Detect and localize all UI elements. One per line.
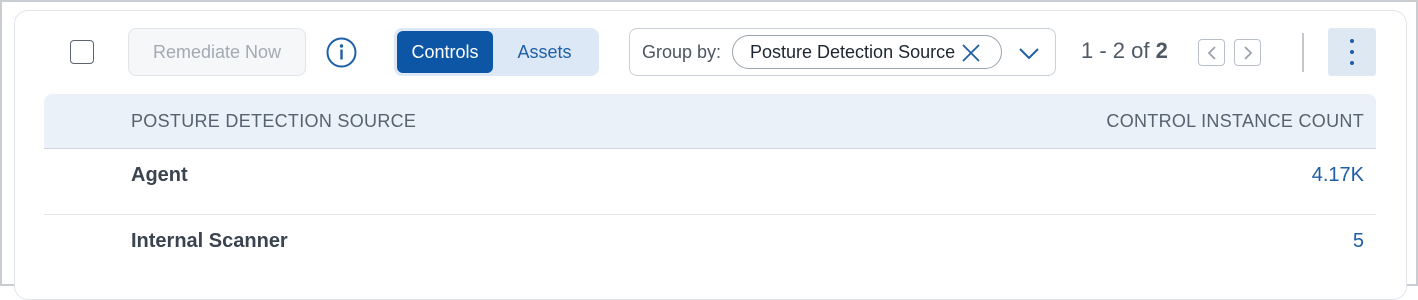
table-row[interactable]: Internal Scanner 5 bbox=[44, 215, 1376, 281]
next-page-button[interactable] bbox=[1234, 39, 1261, 66]
chevron-down-icon[interactable] bbox=[1018, 47, 1040, 61]
select-all-checkbox[interactable] bbox=[70, 40, 94, 64]
row-source: Agent bbox=[131, 164, 188, 186]
table-row[interactable]: Agent 4.17K bbox=[44, 149, 1376, 215]
group-by-chip-label: Posture Detection Source bbox=[750, 42, 956, 62]
view-toggle: Controls Assets bbox=[394, 28, 599, 76]
kebab-dot-icon bbox=[1350, 39, 1354, 43]
kebab-dot-icon bbox=[1350, 61, 1354, 65]
row-count-link[interactable]: 5 bbox=[1353, 230, 1364, 253]
chevron-left-icon bbox=[1207, 46, 1216, 60]
pagination-total: 2 bbox=[1155, 38, 1168, 63]
remediate-now-button[interactable]: Remediate Now bbox=[128, 28, 306, 76]
chevron-right-icon bbox=[1244, 46, 1253, 60]
table-header: POSTURE DETECTION SOURCE CONTROL INSTANC… bbox=[44, 94, 1376, 149]
row-source: Internal Scanner bbox=[131, 230, 288, 252]
toolbar-divider bbox=[1302, 33, 1304, 72]
remediate-now-label: Remediate Now bbox=[152, 41, 282, 62]
close-icon[interactable] bbox=[961, 43, 981, 63]
tab-controls-label: Controls bbox=[411, 41, 479, 62]
tab-assets[interactable]: Assets bbox=[493, 31, 596, 73]
kebab-dot-icon bbox=[1350, 50, 1354, 54]
pagination-range: 1 - 2 of bbox=[1081, 38, 1150, 63]
info-icon[interactable] bbox=[326, 37, 357, 68]
tab-controls[interactable]: Controls bbox=[397, 31, 493, 73]
row-count-link[interactable]: 4.17K bbox=[1312, 164, 1364, 187]
group-by-select[interactable]: Group by: Posture Detection Source bbox=[629, 28, 1056, 76]
group-by-label: Group by: bbox=[642, 42, 722, 62]
tab-assets-label: Assets bbox=[517, 41, 572, 62]
column-header-count[interactable]: CONTROL INSTANCE COUNT bbox=[1106, 111, 1364, 132]
group-by-chip: Posture Detection Source bbox=[732, 35, 1002, 69]
more-options-button[interactable] bbox=[1328, 28, 1376, 76]
prev-page-button[interactable] bbox=[1198, 39, 1225, 66]
pagination-summary: 1 - 2 of 2 bbox=[1081, 38, 1168, 64]
column-header-source[interactable]: POSTURE DETECTION SOURCE bbox=[131, 111, 416, 132]
